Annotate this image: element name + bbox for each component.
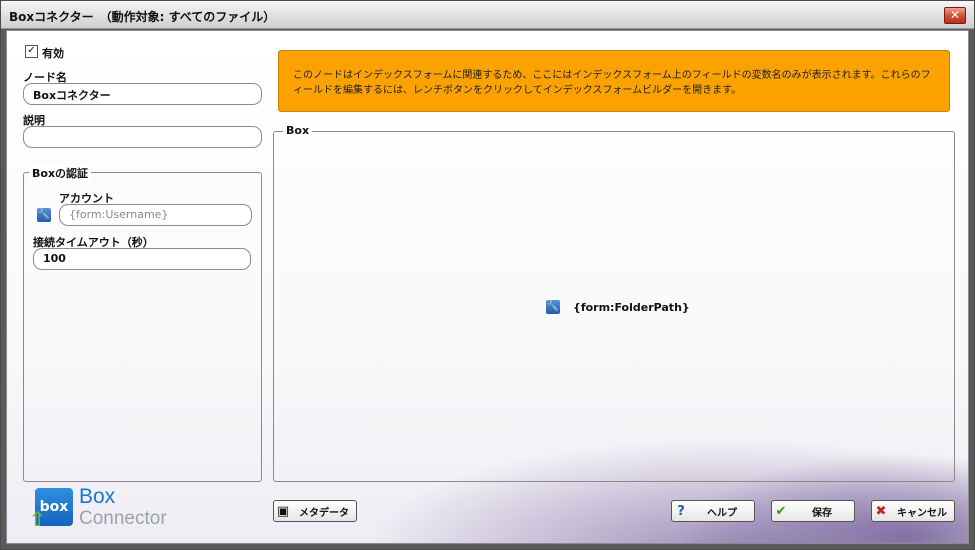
node-name-input[interactable]: Boxコネクター [23, 83, 262, 105]
metadata-button[interactable]: ▣ メタデータ [273, 500, 357, 522]
title-bar: Boxコネクター （動作対象: すべてのファイル） ✕ [1, 1, 974, 29]
cancel-button-label: キャンセル [897, 507, 947, 519]
help-icon: ? [677, 503, 685, 519]
info-banner: このノードはインデックスフォームに関連するため、ここにはインデックスフォーム上の… [278, 50, 950, 112]
help-button-label: ヘルプ [707, 507, 737, 519]
save-button-label: 保存 [812, 507, 832, 519]
auth-groupbox: Boxの認証 アカウント 🔧 {form:Username} 接続タイムアウト（… [23, 165, 262, 482]
enabled-label: 有効 [42, 47, 64, 60]
close-button[interactable]: ✕ [944, 7, 966, 24]
dialog-content: ✓ 有効 ノード名 Boxコネクター 説明 Boxの認証 アカウント 🔧 {fo… [6, 30, 969, 544]
help-button[interactable]: ? ヘルプ [671, 500, 755, 522]
folder-wrench-icon[interactable]: 🔧 [546, 300, 560, 314]
save-button[interactable]: ✔ 保存 [771, 500, 855, 522]
upload-arrow-icon: ⇧ [29, 507, 46, 531]
checkmark-icon: ✔ [775, 503, 787, 519]
logo-text-box: Box [79, 485, 116, 508]
auth-group-legend: Boxの認証 [29, 165, 92, 181]
metadata-button-label: メタデータ [299, 507, 349, 519]
box-groupbox: Box 🔧 {form:FolderPath} [273, 124, 955, 482]
dialog-window: Boxコネクター （動作対象: すべてのファイル） ✕ ✓ 有効 ノード名 Bo… [0, 0, 975, 550]
folder-path-variable: {form:FolderPath} [573, 301, 690, 314]
timeout-input[interactable]: 100 [33, 248, 251, 270]
cancel-x-icon: ✖ [875, 503, 887, 519]
enabled-checkbox[interactable]: ✓ [25, 45, 38, 58]
window-title: Boxコネクター （動作対象: すべてのファイル） [9, 10, 276, 24]
account-wrench-icon[interactable]: 🔧 [37, 208, 51, 222]
film-icon: ▣ [276, 503, 290, 519]
account-input[interactable]: {form:Username} [59, 204, 252, 226]
description-input[interactable] [23, 126, 262, 148]
cancel-button[interactable]: ✖ キャンセル [871, 500, 955, 522]
logo-text-connector: Connector [79, 508, 167, 529]
box-group-legend: Box [283, 124, 313, 137]
